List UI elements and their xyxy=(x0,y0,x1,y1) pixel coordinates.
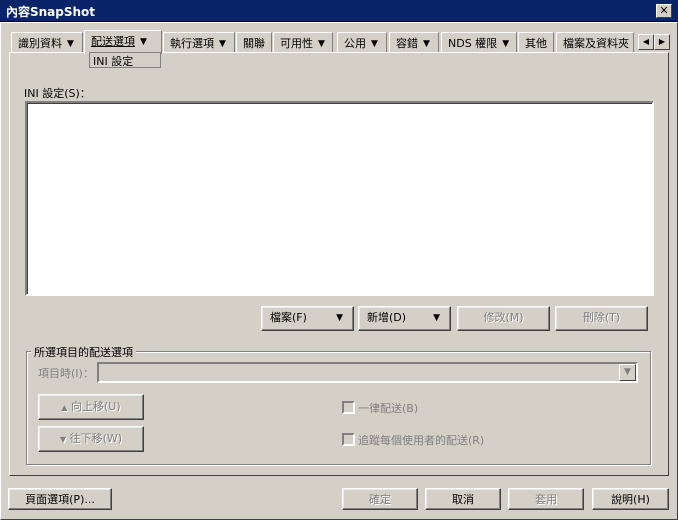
ok-button[interactable]: 確定 xyxy=(342,488,418,510)
button-label: 修改(M) xyxy=(483,311,524,324)
track-per-user-checkbox[interactable] xyxy=(342,433,355,446)
track-per-user-label: 追蹤每個使用者的配送(R) xyxy=(358,434,485,447)
group-title: 所選項目的配送選項 xyxy=(31,344,136,360)
dropdown-arrow-icon: ▼ xyxy=(423,39,430,49)
tab-label: 其他 xyxy=(525,37,547,50)
always-distribute-label: 一律配送(B) xyxy=(358,402,419,415)
tab-label: 容錯 xyxy=(396,37,418,50)
dropdown-arrow-icon: ▼ xyxy=(219,39,226,49)
dropdown-arrow-icon: ▼ xyxy=(502,39,510,49)
dropdown-arrow-icon: ▼ xyxy=(67,39,74,49)
button-label: 刪除(T) xyxy=(582,311,621,324)
tab-label: 公用 xyxy=(344,37,366,50)
close-button[interactable]: ✕ xyxy=(656,4,672,18)
always-distribute-checkbox[interactable] xyxy=(342,401,355,414)
window-title: 內容SnapShot xyxy=(6,5,96,19)
button-label: 新增(D) xyxy=(367,311,407,324)
subtab-label: INI 設定 xyxy=(93,55,134,68)
arrow-right-icon: ▶ xyxy=(658,37,666,46)
tab-run-options[interactable]: 執行選項 ▼ xyxy=(163,32,235,52)
tab-scroll-left-button[interactable]: ◀ xyxy=(638,34,654,50)
tab-availability[interactable]: 可用性 ▼ xyxy=(273,32,333,52)
tab-miscellaneous[interactable]: 其他 xyxy=(518,32,554,52)
tab-scroll-right-button[interactable]: ▶ xyxy=(654,34,670,50)
delete-button[interactable]: 刪除(T) xyxy=(555,306,648,331)
tab-label: 可用性 xyxy=(280,37,313,50)
help-button[interactable]: 說明(H) xyxy=(592,488,669,510)
dropdown-arrow-icon: ▼ xyxy=(336,313,343,323)
dropdown-arrow-icon: ▼ xyxy=(371,39,378,49)
apply-button[interactable]: 套用 xyxy=(508,488,584,510)
move-down-button[interactable]: ▼ 往下移(W) xyxy=(38,426,144,452)
dropdown-arrow-icon: ▼ xyxy=(140,37,147,47)
button-label: 套用 xyxy=(535,493,557,506)
tab-label: 關聯 xyxy=(243,37,265,50)
ini-settings-label: INI 設定(S)： xyxy=(24,87,91,100)
modify-button[interactable]: 修改(M) xyxy=(457,306,550,331)
button-label: 說明(H) xyxy=(611,493,650,506)
button-label: 往下移(W) xyxy=(69,432,123,445)
button-label: 確定 xyxy=(369,493,391,506)
arrow-up-icon: ▲ xyxy=(61,403,68,412)
button-label: 檔案(F) xyxy=(270,311,307,324)
ini-settings-list[interactable] xyxy=(25,101,654,296)
tab-associations[interactable]: 關聯 xyxy=(236,32,272,52)
chevron-down-icon: ▼ xyxy=(624,367,631,377)
tab-label: 識別資料 xyxy=(18,37,62,50)
arrow-left-icon: ◀ xyxy=(642,37,650,46)
button-label: 向上移(U) xyxy=(71,400,121,413)
close-icon: ✕ xyxy=(659,4,669,17)
item-combobox[interactable]: ▼ xyxy=(97,362,638,383)
tab-common[interactable]: 公用 ▼ xyxy=(337,32,387,52)
add-dropdown-button[interactable]: 新增(D) ▼ xyxy=(358,306,451,331)
tab-label: NDS 權限 xyxy=(448,37,498,50)
button-label: 取消 xyxy=(452,493,474,506)
page-options-button[interactable]: 頁面選項(P)... xyxy=(8,488,112,510)
dropdown-arrow-icon: ▼ xyxy=(318,39,325,49)
tab-nds-rights[interactable]: NDS 權限 ▼ xyxy=(441,32,517,52)
item-label: 項目時(I)： xyxy=(38,367,94,380)
move-up-button[interactable]: ▲ 向上移(U) xyxy=(38,394,144,420)
file-dropdown-button[interactable]: 檔案(F) ▼ xyxy=(261,306,354,331)
dropdown-arrow-icon: ▼ xyxy=(433,313,440,323)
tab-label: 檔案及資料夾 xyxy=(563,37,629,50)
combobox-dropdown-button[interactable]: ▼ xyxy=(619,364,636,381)
cancel-button[interactable]: 取消 xyxy=(425,488,501,510)
button-label: 頁面選項(P)... xyxy=(25,493,95,506)
tab-identification[interactable]: 識別資料 ▼ xyxy=(11,32,83,52)
tab-files-and-folders[interactable]: 檔案及資料夾 xyxy=(556,32,634,52)
arrow-down-icon: ▼ xyxy=(59,435,67,444)
subtab-ini-settings[interactable]: INI 設定 xyxy=(89,52,161,68)
tab-label: 執行選項 xyxy=(170,37,214,50)
tab-distribution-options[interactable]: 配送選項 ▼ xyxy=(84,30,162,54)
title-bar[interactable] xyxy=(0,0,678,22)
tab-label: 配送選項 xyxy=(91,35,135,48)
tab-fault-tolerance[interactable]: 容錯 ▼ xyxy=(389,32,439,52)
